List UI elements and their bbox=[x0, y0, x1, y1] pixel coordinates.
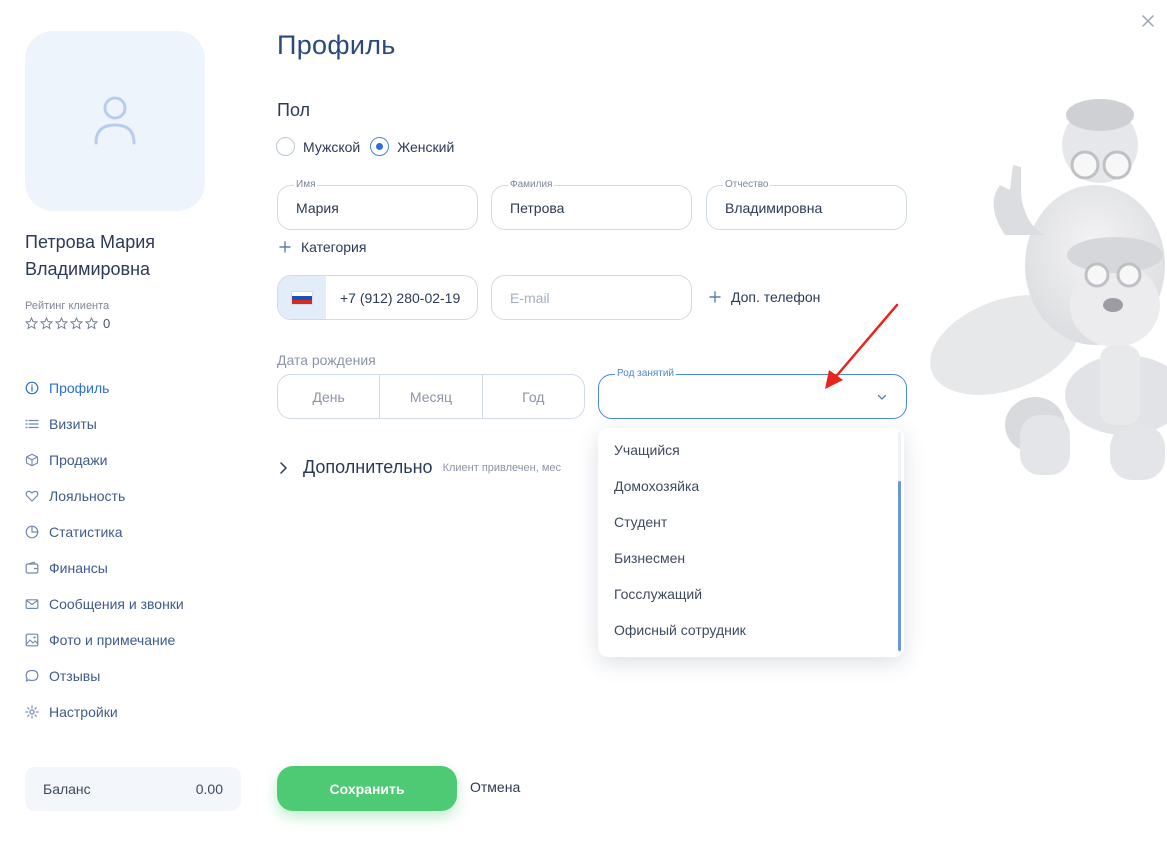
radio-circle[interactable] bbox=[276, 137, 295, 156]
sidebar: Петрова Мария Владимировна Рейтинг клиен… bbox=[0, 0, 255, 841]
balance-label: Баланс bbox=[43, 781, 91, 797]
sidebar-item-photos[interactable]: Фото и примечание bbox=[25, 622, 184, 658]
client-name-line1: Петрова Мария bbox=[25, 232, 156, 252]
cancel-button[interactable]: Отмена bbox=[470, 779, 520, 795]
sidebar-item-finance[interactable]: Финансы bbox=[25, 550, 184, 586]
page-title: Профиль bbox=[277, 30, 396, 60]
client-name: Петрова Мария Владимировна bbox=[25, 229, 245, 283]
star-icon bbox=[55, 317, 68, 330]
birth-month-select[interactable]: Месяц bbox=[380, 375, 483, 418]
add-extra-phone-link[interactable]: Доп. телефон bbox=[709, 289, 820, 305]
add-category-label: Категория bbox=[301, 239, 367, 255]
gender-section-label: Пол bbox=[277, 100, 311, 120]
email-field[interactable]: E-mail bbox=[491, 275, 692, 320]
character-illustration bbox=[930, 99, 1167, 480]
dropdown-option[interactable]: Учащийся bbox=[598, 432, 904, 468]
pie-chart-icon bbox=[25, 525, 39, 539]
balance-value: 0.00 bbox=[195, 781, 223, 797]
chevron-right-icon bbox=[280, 461, 287, 474]
gender-female-radio[interactable]: Женский bbox=[370, 137, 454, 156]
dropdown-option[interactable]: Домохозяйка bbox=[598, 468, 904, 504]
gender-male-label: Мужской bbox=[303, 138, 361, 155]
dropdown-option[interactable]: Офисный сотрудник bbox=[598, 612, 904, 648]
close-icon[interactable] bbox=[1139, 12, 1157, 30]
user-icon bbox=[94, 96, 136, 145]
box-icon bbox=[25, 453, 39, 467]
last-name-field[interactable]: Фамилия Петрова bbox=[491, 179, 692, 230]
birth-year-select[interactable]: Год bbox=[483, 375, 584, 418]
additional-section-toggle[interactable]: Дополнительно Клиент привлечен, мес bbox=[277, 457, 561, 478]
add-category-link[interactable]: Категория bbox=[279, 239, 366, 255]
birthdate-group: День Месяц Год bbox=[277, 374, 585, 419]
additional-subtitle: Клиент привлечен, мес bbox=[442, 461, 562, 474]
sidebar-item-label: Финансы bbox=[49, 560, 108, 576]
sidebar-item-profile[interactable]: Профиль bbox=[25, 370, 184, 406]
additional-title: Дополнительно bbox=[303, 457, 433, 477]
sidebar-item-statistics[interactable]: Статистика bbox=[25, 514, 184, 550]
phone-field[interactable]: +7 (912) 280-02-19 bbox=[277, 275, 478, 320]
star-icon bbox=[40, 317, 53, 330]
mail-icon bbox=[25, 599, 39, 610]
star-icon bbox=[25, 317, 38, 330]
star-icon bbox=[70, 317, 83, 330]
scrollbar-thumb[interactable] bbox=[898, 481, 901, 651]
field-value: Владимировна bbox=[725, 199, 823, 216]
sidebar-item-messages[interactable]: Сообщения и звонки bbox=[25, 586, 184, 622]
sidebar-item-label: Продажи bbox=[49, 452, 108, 468]
sidebar-item-loyalty[interactable]: Лояльность bbox=[25, 478, 184, 514]
avatar[interactable] bbox=[25, 31, 205, 211]
plus-icon bbox=[709, 291, 721, 303]
occupation-dropdown: Учащийся Домохозяйка Студент Бизнесмен Г… bbox=[598, 428, 904, 657]
rating-stars: 0 bbox=[25, 316, 110, 331]
sidebar-item-label: Профиль bbox=[49, 380, 110, 396]
sidebar-nav: Профиль Визиты Продажи Лояльность Статис… bbox=[25, 370, 184, 730]
rating-value: 0 bbox=[103, 316, 111, 331]
occupation-label: Род занятий bbox=[615, 368, 677, 380]
gender-radio-group: Мужской Женский bbox=[276, 137, 454, 156]
first-name-field[interactable]: Имя Мария bbox=[277, 179, 478, 230]
russia-flag-icon bbox=[291, 290, 313, 305]
plus-icon bbox=[279, 241, 291, 253]
wallet-icon bbox=[25, 561, 39, 574]
sidebar-item-label: Фото и примечание bbox=[49, 632, 176, 648]
sidebar-item-settings[interactable]: Настройки bbox=[25, 694, 184, 730]
save-button[interactable]: Сохранить bbox=[277, 766, 457, 811]
sidebar-item-label: Отзывы bbox=[49, 668, 101, 684]
balance-box: Баланс 0.00 bbox=[25, 767, 241, 811]
field-value: Мария bbox=[296, 199, 339, 216]
heart-icon bbox=[25, 490, 39, 502]
field-value: Петрова bbox=[510, 199, 565, 216]
gender-male-radio[interactable]: Мужской bbox=[276, 137, 360, 156]
sidebar-item-label: Лояльность bbox=[49, 488, 126, 504]
sidebar-item-visits[interactable]: Визиты bbox=[25, 406, 184, 442]
info-icon bbox=[25, 381, 39, 395]
rating-label: Рейтинг клиента bbox=[25, 300, 110, 312]
dropdown-option[interactable]: Студент bbox=[598, 504, 904, 540]
phone-value: +7 (912) 280-02-19 bbox=[340, 289, 461, 306]
list-icon bbox=[25, 419, 39, 429]
add-extra-phone-label: Доп. телефон bbox=[731, 289, 821, 305]
country-selector[interactable] bbox=[278, 276, 326, 319]
client-name-line2: Владимировна bbox=[25, 259, 151, 279]
sidebar-item-reviews[interactable]: Отзывы bbox=[25, 658, 184, 694]
chat-icon bbox=[25, 669, 39, 682]
birth-day-select[interactable]: День bbox=[278, 375, 381, 418]
email-placeholder: E-mail bbox=[510, 289, 550, 306]
sidebar-item-sales[interactable]: Продажи bbox=[25, 442, 184, 478]
dropdown-option[interactable]: Госслужащий bbox=[598, 576, 904, 612]
sidebar-item-label: Статистика bbox=[49, 524, 123, 540]
dropdown-option[interactable]: Бизнесмен bbox=[598, 540, 904, 576]
sidebar-item-label: Визиты bbox=[49, 416, 97, 432]
star-icon bbox=[85, 317, 98, 330]
birthdate-label: Дата рождения bbox=[277, 352, 376, 368]
annotation-arrow bbox=[825, 303, 899, 389]
image-icon bbox=[25, 633, 39, 647]
patronymic-field[interactable]: Отчество Владимировна bbox=[706, 179, 907, 230]
sidebar-item-label: Сообщения и звонки bbox=[49, 596, 184, 612]
radio-circle-selected[interactable] bbox=[370, 137, 390, 156]
gender-female-label: Женский bbox=[397, 138, 455, 155]
gear-icon bbox=[25, 705, 39, 719]
sidebar-item-label: Настройки bbox=[49, 704, 118, 720]
